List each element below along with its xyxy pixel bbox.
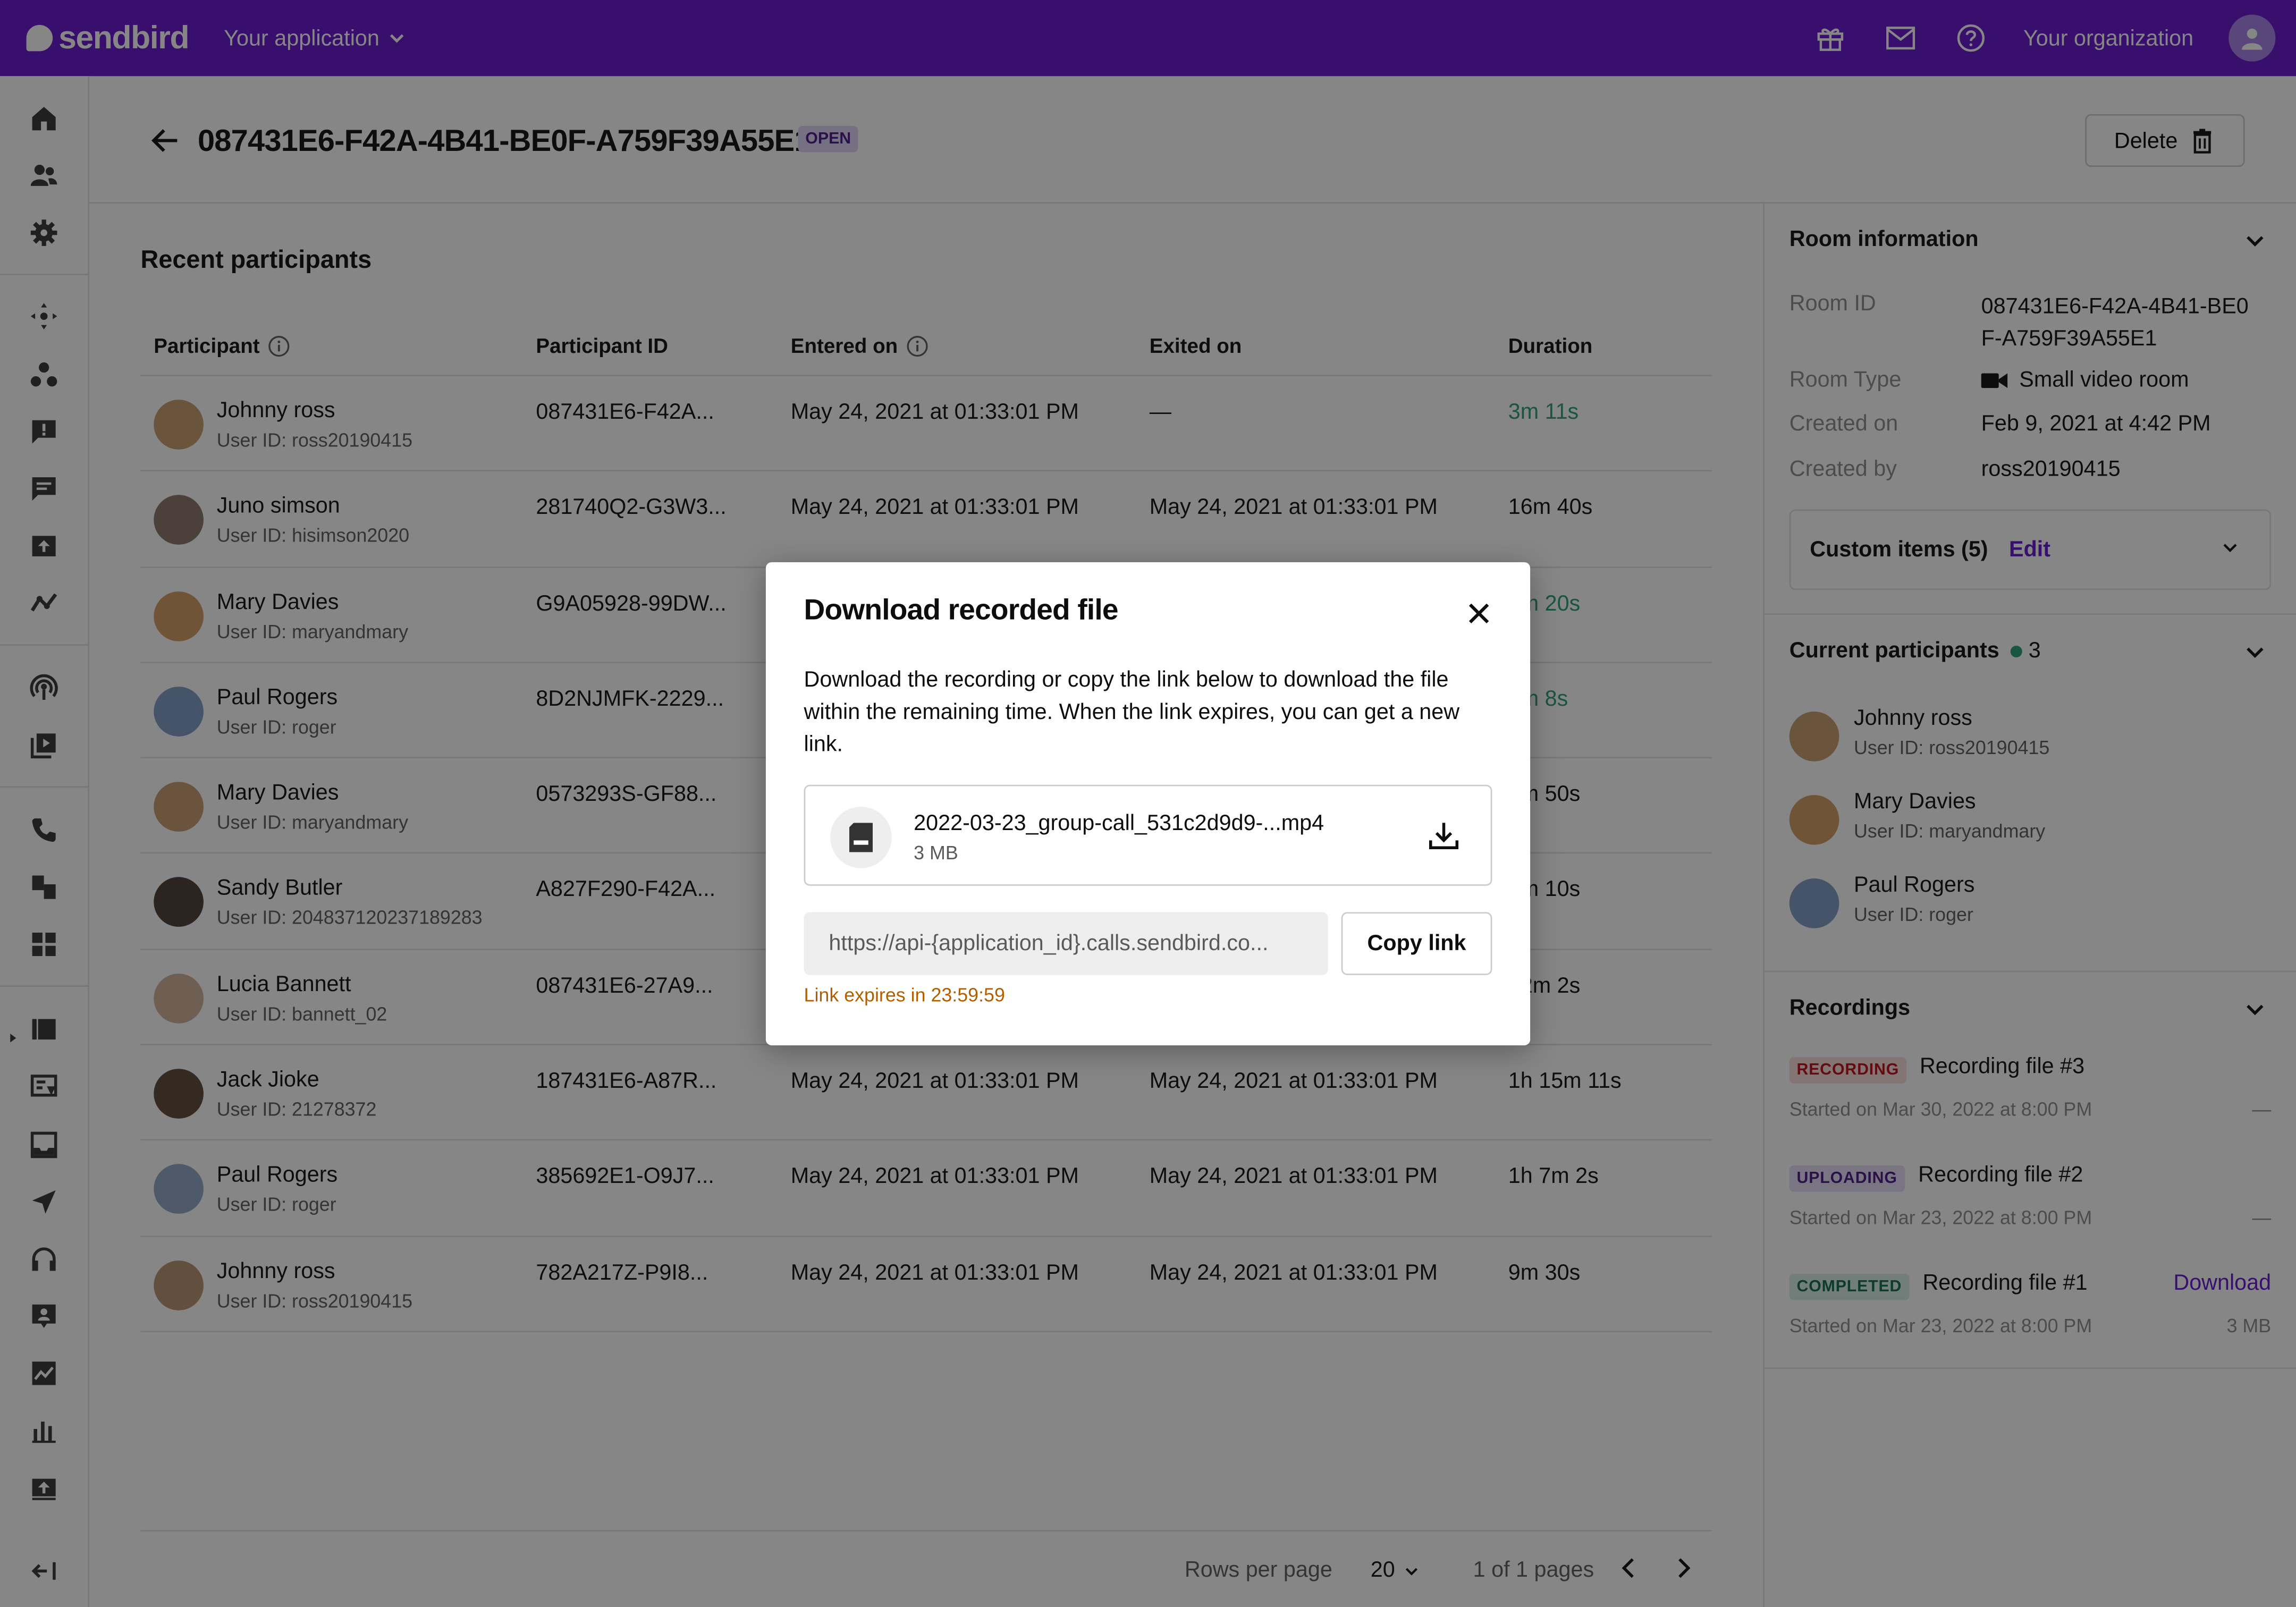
- download-icon[interactable]: [1426, 818, 1461, 853]
- download-link-field[interactable]: [804, 912, 1328, 975]
- link-expiry-text: Link expires in 23:59:59: [804, 984, 1005, 1006]
- dialog-description: Download the recording or copy the link …: [804, 667, 1460, 757]
- close-icon[interactable]: [1463, 597, 1495, 630]
- file-name: 2022-03-23_group-call_531c2d9d9-...mp4: [914, 811, 1324, 836]
- app-root: sendbird Your application Your organizat…: [0, 0, 2296, 1607]
- file-size: 3 MB: [914, 842, 958, 864]
- download-recorded-file-dialog: Download recorded file Download the reco…: [765, 562, 1531, 1046]
- rec-file-icon: [830, 807, 892, 868]
- copy-link-button[interactable]: Copy link: [1341, 912, 1492, 975]
- recorded-file-card: 2022-03-23_group-call_531c2d9d9-...mp4 3…: [804, 784, 1492, 886]
- modal-overlay[interactable]: Download recorded file Download the reco…: [0, 0, 2296, 1607]
- dialog-title: Download recorded file: [804, 594, 1119, 627]
